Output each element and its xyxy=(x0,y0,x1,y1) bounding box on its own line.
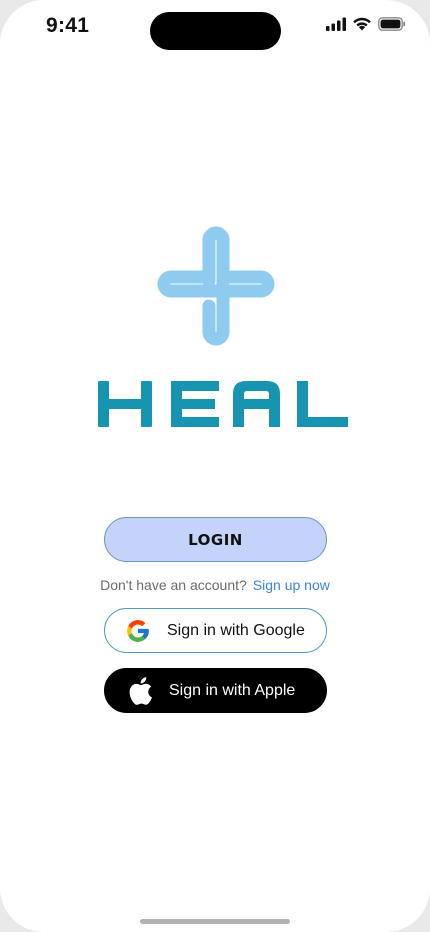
phone-screen: 9:41 LOGIN Don't have an account? Sign u… xyxy=(0,0,430,932)
heal-logo xyxy=(97,380,349,428)
google-signin-label: Sign in with Google xyxy=(167,621,305,639)
google-icon xyxy=(125,618,153,644)
status-time: 9:41 xyxy=(46,14,90,37)
battery-icon xyxy=(378,16,406,31)
signup-prompt: Don't have an account? xyxy=(100,577,247,593)
apple-signin-button[interactable]: Sign in with Apple xyxy=(104,668,327,713)
apple-icon xyxy=(127,676,155,706)
login-button[interactable]: LOGIN xyxy=(104,517,327,562)
medical-cross-icon xyxy=(146,215,286,355)
signup-link[interactable]: Sign up now xyxy=(253,577,330,593)
status-icons xyxy=(326,16,406,31)
signup-row: Don't have an account? Sign up now xyxy=(0,577,430,593)
login-button-label: LOGIN xyxy=(188,530,243,549)
wifi-icon xyxy=(352,16,372,31)
dynamic-island xyxy=(150,12,281,50)
apple-signin-label: Sign in with Apple xyxy=(169,681,296,699)
home-indicator xyxy=(140,919,290,924)
cellular-signal-icon xyxy=(326,17,346,31)
google-signin-button[interactable]: Sign in with Google xyxy=(104,608,327,653)
